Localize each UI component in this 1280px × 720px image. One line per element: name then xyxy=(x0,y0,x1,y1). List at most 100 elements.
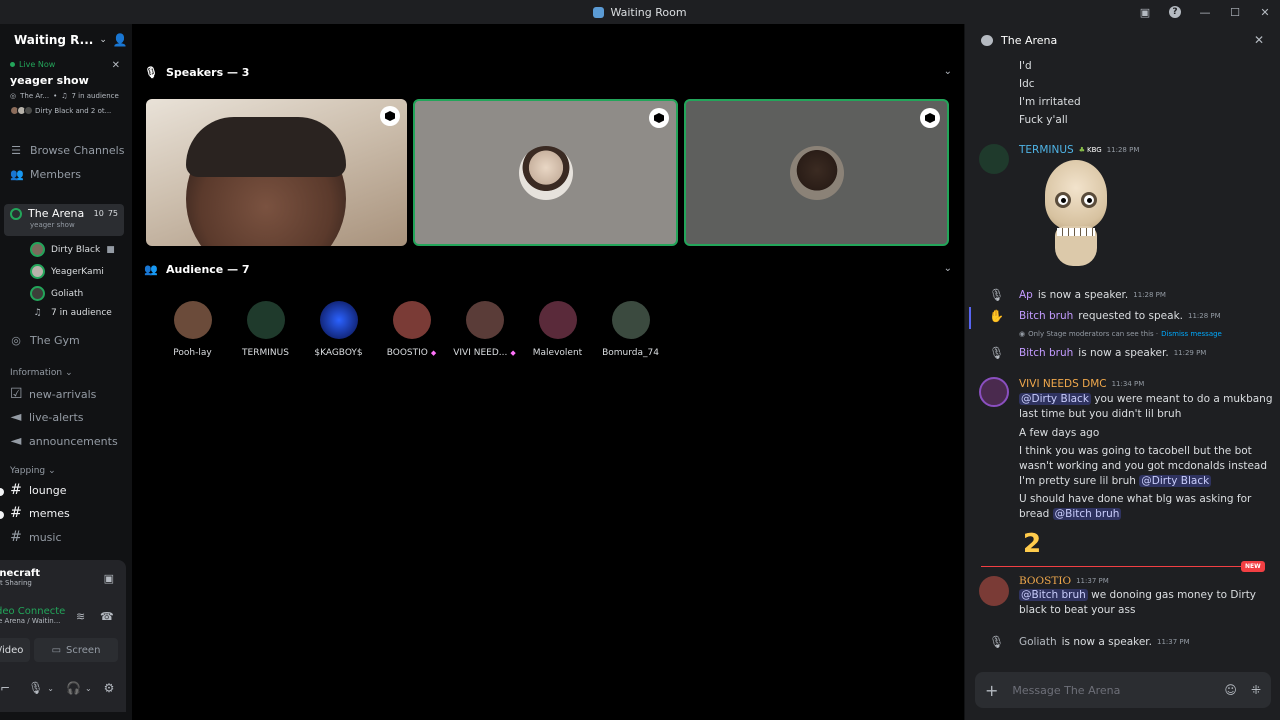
screen-button[interactable]: ▭ Screen xyxy=(34,638,118,662)
live-now-card[interactable]: Live Now ✕ yeager show ◎ The Ar... • ♫ 7… xyxy=(4,56,124,128)
username[interactable]: TERMINUS xyxy=(1019,144,1074,156)
screen-icon: ▭ xyxy=(51,644,62,656)
apps-icon[interactable]: ⁜ xyxy=(1251,683,1261,697)
emoji-icon[interactable]: ☺ xyxy=(1224,683,1237,697)
browse-channels[interactable]: ☰ Browse Channels xyxy=(10,144,124,157)
avatar[interactable] xyxy=(979,144,1009,174)
system-text: is now a speaker. xyxy=(1078,347,1169,359)
channel-live-alerts[interactable]: ◄ live-alerts xyxy=(10,409,84,425)
mention[interactable]: @Dirty Black xyxy=(1139,475,1212,487)
headphones-icon[interactable]: 🎧 xyxy=(66,681,81,695)
channel-memes[interactable]: # memes xyxy=(10,505,70,521)
speaker-tile[interactable] xyxy=(684,99,949,246)
channel-announcements[interactable]: ◄ announcements xyxy=(10,433,118,449)
audience-member[interactable]: Bomurda_74 xyxy=(594,301,667,358)
window-title: Waiting Room xyxy=(593,6,687,19)
message-line: I'd xyxy=(1019,60,1032,72)
voice-user[interactable]: YeagerKami xyxy=(30,264,104,279)
members-label: Members xyxy=(30,168,81,181)
the-gym-label: The Gym xyxy=(30,334,80,347)
video-button[interactable]: /ideo xyxy=(0,638,30,662)
members-icon: 👥 xyxy=(10,168,24,181)
add-attachment-icon[interactable]: + xyxy=(985,681,998,700)
speaker-join-icon: 🎙 xyxy=(989,288,1005,302)
system-username[interactable]: Bitch bruh xyxy=(1019,347,1073,359)
chevron-down-icon[interactable]: ⌄ xyxy=(85,684,92,693)
live-show-title: yeager show xyxy=(10,74,89,87)
activity-status[interactable]: inecraft t Sharing ▣ xyxy=(0,568,126,587)
message-input[interactable]: Message The Arena xyxy=(1012,684,1120,697)
username[interactable]: VIVI NEEDS DMC xyxy=(1019,378,1107,390)
invite-icon[interactable]: 👤 xyxy=(113,33,128,47)
stage-channel-the-gym[interactable]: ◎ The Gym xyxy=(10,334,80,347)
inbox-icon[interactable]: ▣ xyxy=(1130,0,1160,24)
close-icon[interactable]: ✕ xyxy=(1254,33,1264,47)
unread-indicator xyxy=(0,511,4,519)
mention[interactable]: @Bitch bruh xyxy=(1052,508,1122,520)
system-message: Ap is now a speaker. 11:28 PM xyxy=(1019,289,1166,301)
text-channel-icon: # xyxy=(10,529,22,545)
system-username[interactable]: Goliath xyxy=(1019,636,1057,648)
audience-member[interactable]: $KAGBOY$ xyxy=(302,301,375,358)
category-yapping[interactable]: Yapping ⌄ xyxy=(10,466,56,476)
stage-audience-count[interactable]: ♫ 7 in audience xyxy=(30,308,111,318)
speaker-video-hair xyxy=(186,117,346,177)
avatar[interactable]: ⌐ xyxy=(0,681,10,695)
message-composer[interactable]: + Message The Arena ☺ ⁜ xyxy=(975,672,1271,708)
moderator-badge-icon xyxy=(920,108,940,128)
audience-member[interactable]: VIVI NEED... ◆ xyxy=(448,301,521,358)
channel-lounge[interactable]: # lounge xyxy=(10,482,66,498)
speaker-tile[interactable] xyxy=(413,99,678,246)
username[interactable]: BOOSTIO xyxy=(1019,575,1071,587)
maximize-button[interactable]: ☐ xyxy=(1220,0,1250,24)
system-text: is now a speaker. xyxy=(1061,636,1152,648)
audience-member[interactable]: TERMINUS xyxy=(229,301,302,358)
audience-member[interactable]: BOOSTIO ◆ xyxy=(375,301,448,358)
help-icon[interactable]: ? xyxy=(1160,0,1190,24)
voice-connection-status[interactable]: deo Connecte e Arena / Waitin... ≋ ☎ xyxy=(0,606,126,625)
emoji-two: 2 xyxy=(1023,529,1042,559)
minimize-button[interactable]: — xyxy=(1190,0,1220,24)
server-name: Waiting R... xyxy=(14,33,94,47)
voice-user[interactable]: Dirty Black ■ xyxy=(30,242,115,257)
stage-icon: ◎ xyxy=(11,334,21,347)
microphone-icon[interactable]: 🎙 xyxy=(28,681,43,695)
members[interactable]: 👥 Members xyxy=(10,168,81,181)
chat-header: The Arena ✕ xyxy=(965,24,1280,56)
screen-share-icon[interactable]: ▣ xyxy=(104,572,114,585)
announcement-channel-icon: ◄ xyxy=(10,409,22,425)
avatar[interactable] xyxy=(979,377,1009,407)
chevron-down-icon[interactable]: ⌄ xyxy=(47,684,54,693)
close-icon[interactable]: ✕ xyxy=(112,60,120,71)
audience-member[interactable]: Pooh-lay xyxy=(156,301,229,358)
close-window-button[interactable]: ✕ xyxy=(1250,0,1280,24)
system-username[interactable]: Ap xyxy=(1019,289,1033,301)
stage-icon xyxy=(10,207,22,220)
system-username[interactable]: Bitch bruh xyxy=(1019,310,1073,322)
message-line: Idc xyxy=(1019,78,1035,90)
server-header[interactable]: Waiting R... ⌄ 👤 xyxy=(0,24,132,56)
channel-new-arrivals[interactable]: ☑ new-arrivals xyxy=(10,386,96,402)
noise-suppression-icon[interactable]: ≋ xyxy=(76,610,85,623)
eye-icon: ◉ xyxy=(1019,330,1026,338)
avatar[interactable] xyxy=(979,576,1009,606)
speaker-tile[interactable] xyxy=(146,99,407,246)
channel-label: announcements xyxy=(29,434,118,448)
voice-user[interactable]: Goliath xyxy=(30,286,83,301)
chevron-down-icon: ⌄ xyxy=(99,35,107,45)
user-controls: ⌐ 🎙 ⌄ 🎧 ⌄ ⚙ xyxy=(0,672,126,704)
stage-channel-the-arena[interactable]: The Arena 10 75 yeager show xyxy=(4,204,124,236)
mention[interactable]: @Dirty Black xyxy=(1019,393,1091,405)
audience-member[interactable]: Malevolent xyxy=(521,301,594,358)
disconnect-icon[interactable]: ☎ xyxy=(100,610,114,623)
live-meta-channel: The Ar... xyxy=(20,92,50,100)
dismiss-message-link[interactable]: Dismiss message xyxy=(1161,330,1222,338)
mention[interactable]: @Bitch bruh xyxy=(1019,589,1088,601)
category-information[interactable]: Information ⌄ xyxy=(10,368,73,378)
chevron-down-icon[interactable]: ⌄ xyxy=(944,66,952,77)
stage-channel-name: The Arena xyxy=(28,207,85,220)
chevron-down-icon[interactable]: ⌄ xyxy=(944,263,952,274)
channel-music[interactable]: # music xyxy=(10,529,61,545)
gear-icon[interactable]: ⚙ xyxy=(104,681,115,695)
boost-icon: ◆ xyxy=(510,349,516,357)
